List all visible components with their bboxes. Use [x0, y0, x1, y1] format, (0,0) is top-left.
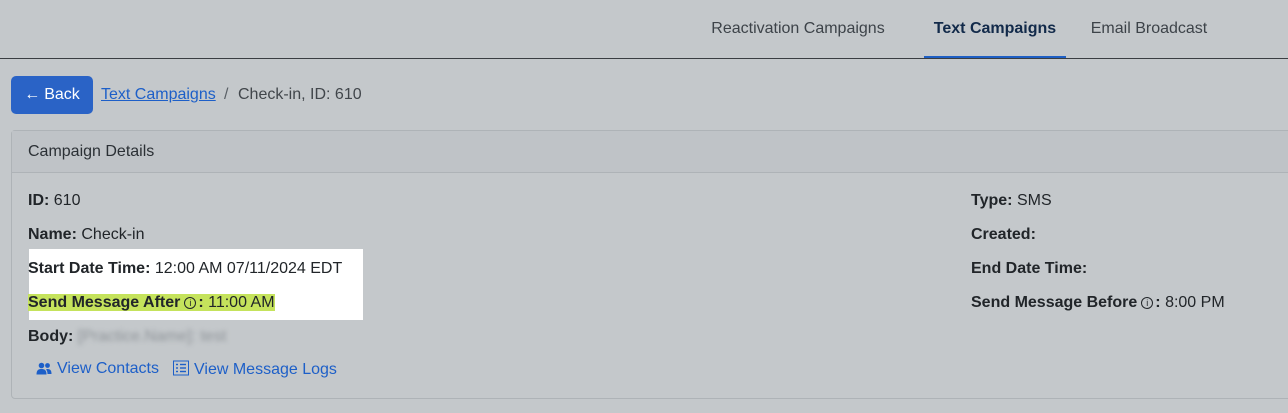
info-icon[interactable]: i: [1141, 297, 1154, 309]
created-label: Created:: [971, 226, 1036, 243]
top-nav: Reactivation Campaigns Text Campaigns Em…: [0, 0, 1288, 59]
body-row: Body: [Practice.Name]: test: [28, 328, 226, 346]
send-before-colon: :: [1155, 294, 1161, 311]
log-list-icon: [173, 360, 189, 376]
name-label: Name:: [28, 226, 77, 243]
users-icon: [36, 362, 52, 375]
tab-email-broadcast[interactable]: Email Broadcast: [1083, 0, 1215, 58]
send-after-colon: :: [198, 294, 204, 311]
info-icon[interactable]: i: [184, 297, 197, 309]
send-after-value: 11:00 AM: [208, 294, 275, 311]
send-after-highlight: Send Message After i: 11:00 AM: [28, 294, 275, 311]
view-message-logs-link[interactable]: View Message Logs: [173, 360, 337, 379]
type-row: Type: SMS: [971, 192, 1052, 210]
tab-text-campaigns[interactable]: Text Campaigns: [924, 0, 1066, 58]
start-date-row: Start Date Time: 12:00 AM 07/11/2024 EDT: [28, 260, 342, 278]
back-button[interactable]: ← Back: [11, 76, 93, 114]
back-label: Back: [44, 86, 80, 103]
send-after-row: Send Message After i: 11:00 AM: [28, 294, 275, 312]
type-label: Type:: [971, 192, 1013, 209]
breadcrumb-link-text-campaigns[interactable]: Text Campaigns: [101, 86, 216, 104]
created-row: Created:: [971, 226, 1036, 244]
type-value: SMS: [1016, 192, 1052, 209]
view-contacts-label: View Contacts: [57, 360, 159, 377]
start-date-value: 12:00 AM 07/11/2024 EDT: [154, 260, 343, 277]
send-before-value: 8:00 PM: [1165, 294, 1225, 311]
end-date-label: End Date Time:: [971, 260, 1088, 277]
id-row: ID: 610: [28, 192, 80, 210]
view-message-logs-label: View Message Logs: [194, 361, 337, 378]
end-date-row: End Date Time:: [971, 260, 1087, 278]
start-date-label: Start Date Time:: [28, 260, 151, 277]
campaign-details-card: Campaign Details ID: 610 Name: Check-in …: [11, 130, 1288, 399]
arrow-left-icon: ←: [24, 86, 41, 103]
name-value: Check-in: [81, 226, 145, 243]
body-value: [Practice.Name]: test: [77, 328, 227, 345]
breadcrumb-current: Check-in, ID: 610: [238, 86, 362, 103]
card-title: Campaign Details: [12, 131, 1288, 173]
send-after-label: Send Message After: [28, 294, 181, 311]
id-value: 610: [53, 192, 81, 209]
tab-reactivation-campaigns[interactable]: Reactivation Campaigns: [703, 0, 893, 58]
body-label: Body:: [28, 328, 74, 345]
breadcrumb-separator: /: [224, 86, 229, 103]
name-row: Name: Check-in: [28, 226, 145, 244]
send-before-row: Send Message Before i: 8:00 PM: [971, 294, 1225, 312]
send-before-label: Send Message Before: [971, 294, 1138, 311]
view-contacts-link[interactable]: View Contacts: [36, 360, 159, 378]
id-label: ID:: [28, 192, 50, 209]
